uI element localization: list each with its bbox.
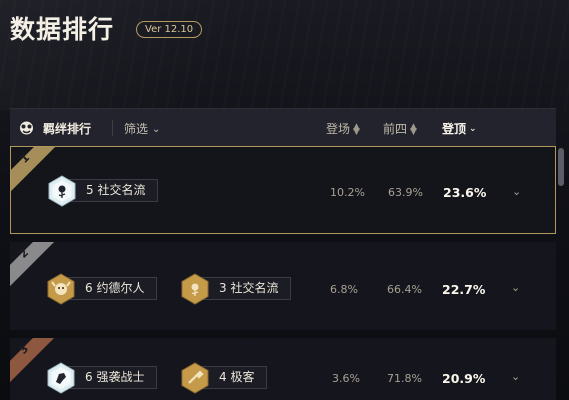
chevron-down-icon: ⌄ [152,124,161,135]
table-row[interactable]: 2 6 约德尔人 3 社交名流 6.8% 66.4% 22.7% ⌄ [10,242,556,330]
rose-icon [181,273,209,305]
bruiser-fist-icon [47,362,75,394]
trait-tab-icon [20,121,33,135]
sort-top1-label: 登顶 [442,122,467,136]
ranking-panel: 羁绊排行 筛选 ⌄ 登场 ▲ ▼ 前四 ▲ ▼ 登顶 ⌄ 1 5 社交名流 10… [10,108,556,400]
table-header: 羁绊排行 筛选 ⌄ 登场 ▲ ▼ 前四 ▲ ▼ 登顶 ⌄ [10,108,556,146]
filter-label: 筛选 [124,122,149,136]
appearance-rate: 10.2% [330,186,365,199]
appearance-rate: 6.8% [330,283,358,296]
tab-trait-ranking[interactable]: 羁绊排行 [43,120,91,137]
header-divider [112,120,113,136]
rose-icon [48,175,76,207]
top1-rate: 23.6% [443,185,487,200]
version-badge: Ver 12.10 [136,21,203,38]
chevron-down-icon: ⌄ [469,124,477,134]
top4-rate: 63.9% [388,186,423,199]
trait-label: 3 社交名流 [198,277,292,300]
sort-top4[interactable]: 前四 ▲ ▼ [383,120,417,137]
trait-label: 5 社交名流 [65,179,159,202]
expand-chevron-icon[interactable]: ⌄ [512,185,521,198]
yordle-icon [47,273,75,305]
top1-rate: 20.9% [442,371,486,386]
sort-top1[interactable]: 登顶 ⌄ [442,120,477,137]
scrollbar[interactable] [558,148,564,186]
sort-top4-label: 前四 [383,122,408,136]
filter-dropdown[interactable]: 筛选 ⌄ [124,120,160,137]
trait-label: 6 约德尔人 [64,277,158,300]
top4-rate: 71.8% [387,372,422,385]
expand-chevron-icon[interactable]: ⌄ [511,281,520,294]
appearance-rate: 3.6% [332,372,360,385]
top1-rate: 22.7% [442,282,486,297]
table-row[interactable]: 3 6 强袭战士 4 极客 3.6% 71.8% 20.9% ⌄ [10,338,556,400]
table-row[interactable]: 1 5 社交名流 10.2% 63.9% 23.6% ⌄ [10,146,556,234]
expand-chevron-icon[interactable]: ⌄ [511,370,520,383]
page-title: 数据排行 [10,15,115,44]
sort-appearance-label: 登场 [326,122,351,136]
sort-appearance[interactable]: 登场 ▲ ▼ [326,120,360,137]
top4-rate: 66.4% [387,283,422,296]
sort-arrows-icon: ▲ ▼ [353,121,360,137]
trait-label: 6 强袭战士 [64,366,158,389]
sort-arrows-icon: ▲ ▼ [410,121,417,137]
wrench-icon [181,362,209,394]
